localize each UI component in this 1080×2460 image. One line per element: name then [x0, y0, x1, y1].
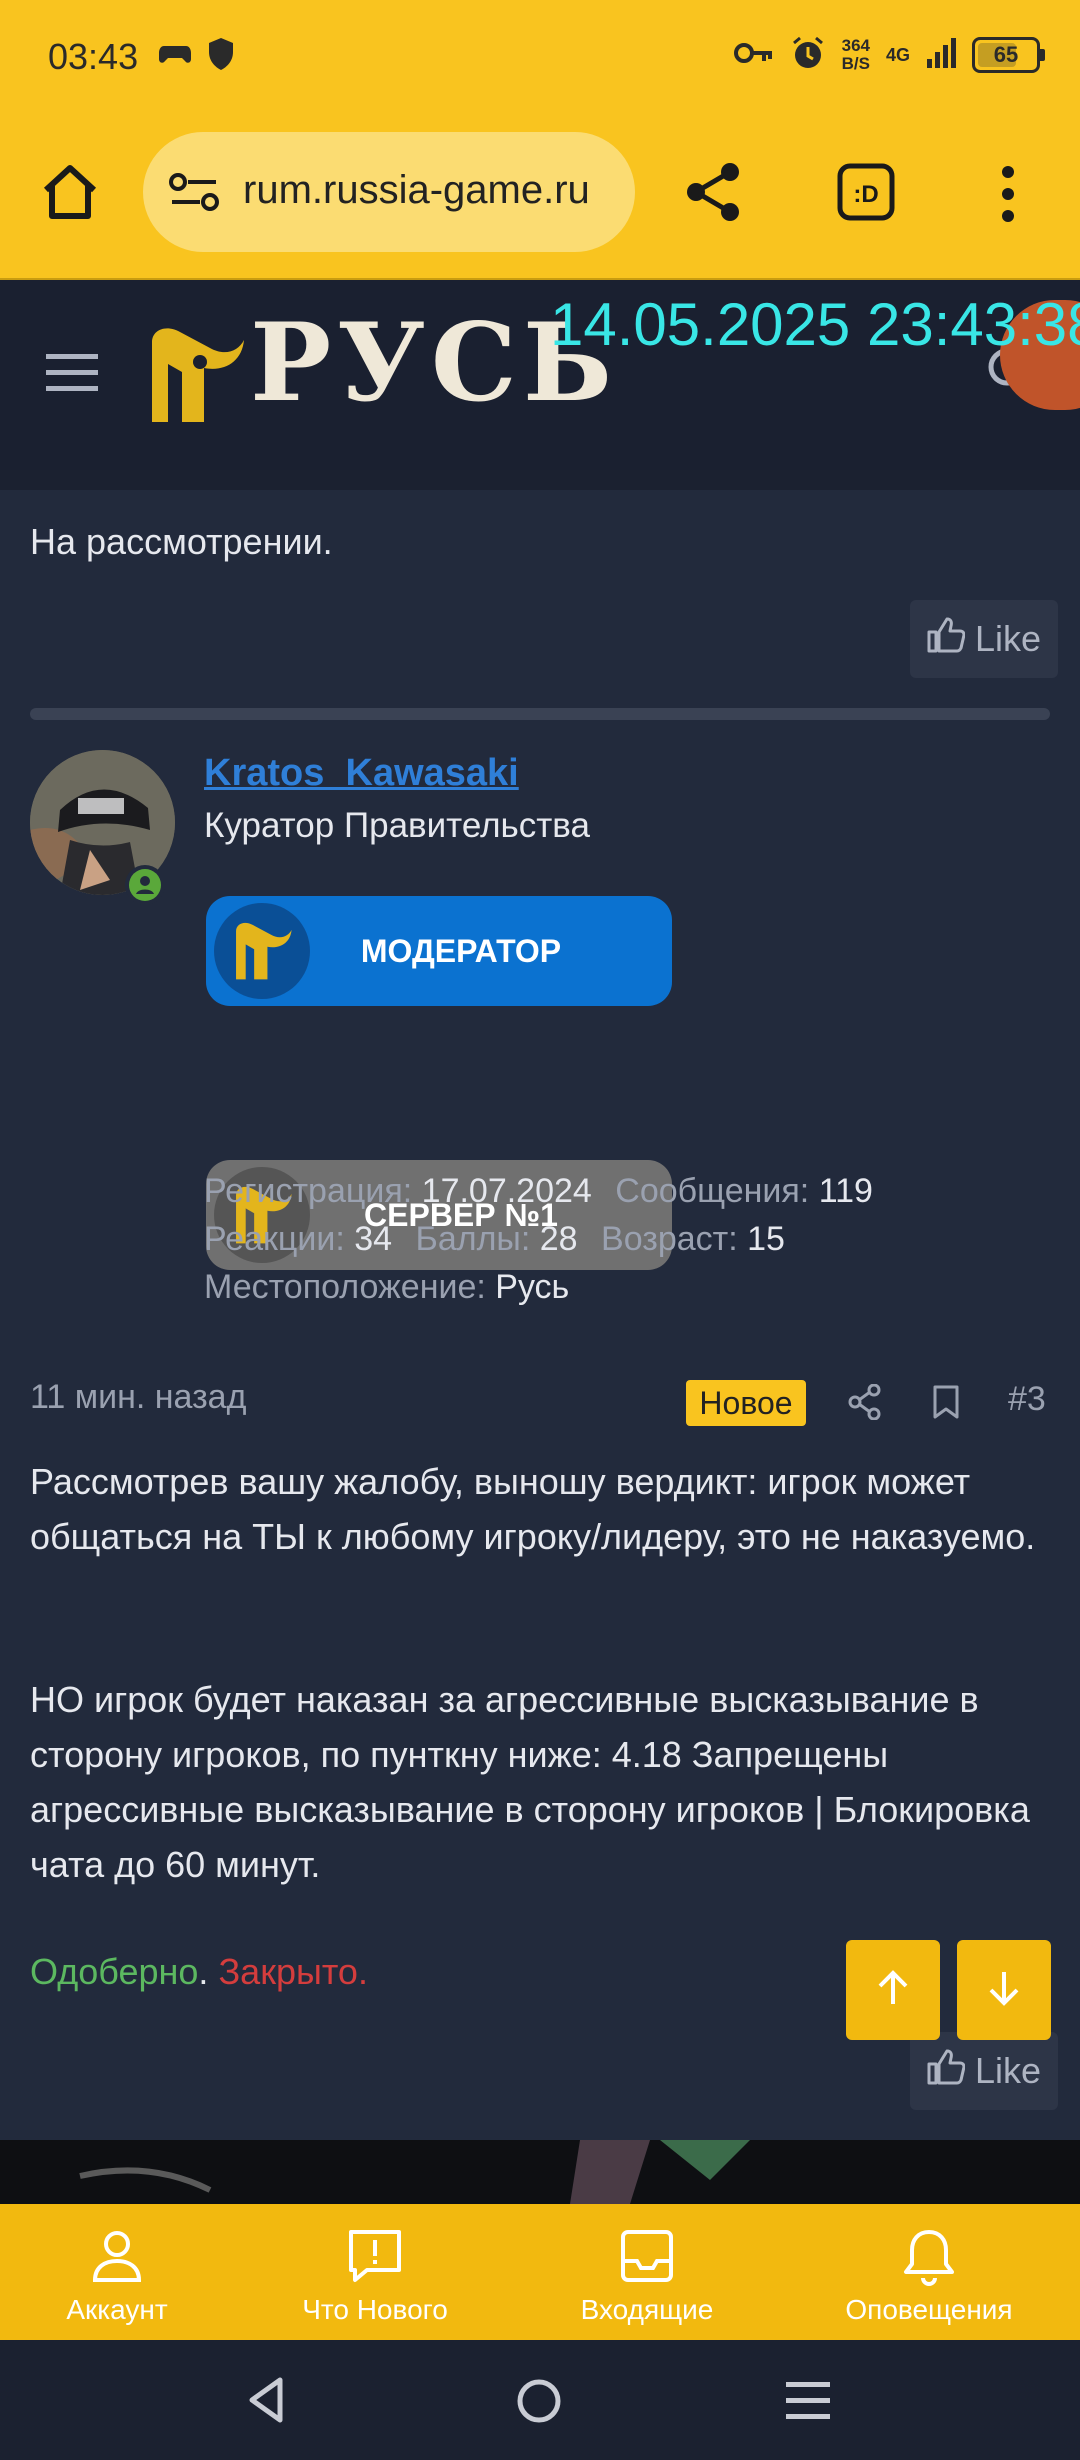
author-stats-row-3: Местоположение: Русь	[204, 1268, 583, 1307]
post-paragraph-1: Рассмотрев вашу жалобу, выношу вердикт: …	[30, 1461, 1036, 1557]
recent-apps-icon[interactable]	[786, 2380, 830, 2427]
thumbs-up-icon	[927, 2049, 966, 2094]
home-icon[interactable]	[38, 160, 102, 229]
like-label: Like	[974, 2050, 1042, 2091]
author-stats-row-2: Реакции: 34 Баллы: 28 Возраст: 15	[204, 1220, 799, 1259]
post-time[interactable]: 11 мин. назад	[30, 1378, 246, 1417]
home-circle-icon[interactable]	[516, 2378, 562, 2429]
tab-notifications-label: Оповещения	[845, 2294, 1013, 2325]
moderator-badge: МОДЕРАТОР	[206, 896, 672, 1006]
url-text[interactable]: rum.russia-game.ru	[243, 168, 623, 213]
post-divider	[30, 708, 1050, 720]
tab-inbox-label: Входящие	[580, 2294, 714, 2325]
reactions-value: 34	[354, 1220, 393, 1258]
location-label: Местоположение:	[204, 1268, 486, 1306]
net-speed-value: 364	[841, 36, 870, 55]
network-type: 4G	[885, 44, 910, 65]
messages-value: 119	[818, 1172, 873, 1210]
status-time: 03:43	[48, 36, 139, 77]
like-label: Like	[974, 618, 1042, 659]
new-badge: Новое	[686, 1380, 806, 1426]
tab-notifications[interactable]: Оповещения	[794, 2224, 1064, 2326]
author-title: Куратор Правительства	[204, 806, 590, 845]
author-username[interactable]: Kratos_Kawasaki	[204, 752, 519, 795]
scroll-up-button[interactable]	[846, 1940, 940, 2040]
tab-whats-new[interactable]: Что Нового	[240, 2224, 510, 2326]
tab-account[interactable]: Аккаунт	[0, 2224, 252, 2326]
net-speed: 364 B/S	[842, 37, 870, 73]
reactions-label: Реакции:	[204, 1220, 345, 1258]
logo-emblem-icon[interactable]	[142, 322, 248, 433]
bell-icon	[794, 2224, 1064, 2288]
inbox-icon	[512, 2224, 782, 2288]
post-status-line: Одоберно. Закрыто.	[30, 1944, 368, 1999]
points-label: Баллы:	[415, 1220, 531, 1258]
next-post-image-preview	[0, 2140, 1080, 2204]
registration-value: 17.07.2024	[421, 1172, 592, 1210]
status-closed: Закрыто.	[218, 1951, 368, 1992]
site-settings-icon[interactable]	[168, 170, 220, 219]
extension-icon[interactable]: :D	[836, 162, 896, 227]
registration-label: Регистрация:	[204, 1172, 413, 1210]
post-share-icon[interactable]	[848, 1383, 882, 1425]
game-controller-icon	[158, 40, 192, 75]
battery-icon: 65	[972, 37, 1045, 73]
shield-icon	[206, 36, 236, 77]
alarm-icon	[790, 35, 826, 76]
points-value: 28	[539, 1220, 578, 1258]
key-icon	[733, 38, 774, 73]
post-number[interactable]: #3	[1008, 1380, 1046, 1419]
bookmark-icon[interactable]	[932, 1384, 960, 1425]
arrow-up-icon	[875, 1968, 911, 2013]
prev-post-text: На рассмотрении.	[30, 521, 333, 562]
tab-inbox[interactable]: Входящие	[512, 2224, 782, 2326]
battery-level: 65	[993, 42, 1019, 67]
age-value: 15	[747, 1220, 785, 1258]
hamburger-menu-icon[interactable]	[46, 352, 98, 397]
messages-label: Сообщения:	[615, 1172, 810, 1210]
net-speed-unit: B/S	[841, 54, 870, 73]
status-separator: .	[198, 1951, 209, 1992]
like-button[interactable]: Like	[910, 600, 1058, 678]
tab-whats-new-label: Что Нового	[302, 2294, 448, 2325]
status-approved: Одоберно	[30, 1951, 199, 1992]
location-value: Русь	[495, 1268, 570, 1306]
previous-post-cutoff	[0, 470, 1080, 490]
share-icon[interactable]	[682, 160, 746, 229]
like-button[interactable]: Like	[910, 2032, 1058, 2110]
person-icon	[0, 2224, 252, 2288]
age-label: Возраст:	[601, 1220, 738, 1258]
signal-icon	[926, 37, 956, 74]
moderator-badge-label: МОДЕРАТОР	[360, 932, 562, 969]
status-right-group: 364 B/S 4G 65	[733, 30, 1045, 80]
tab-account-label: Аккаунт	[66, 2294, 168, 2325]
post-paragraph-2: НО игрок будет наказан за агрессивные вы…	[30, 1679, 1030, 1885]
thumbs-up-icon	[927, 617, 966, 662]
badge-emblem-icon	[214, 903, 310, 999]
alert-bubble-icon	[240, 2224, 510, 2288]
datetime-overlay: 14.05.2025 23:43:38	[550, 291, 1080, 358]
more-menu-icon[interactable]	[996, 164, 1020, 229]
svg-text::D: :D	[853, 181, 878, 208]
back-icon[interactable]	[246, 2376, 286, 2429]
arrow-down-icon	[986, 1968, 1022, 2013]
online-status-icon	[125, 865, 165, 905]
author-stats-row-1: Регистрация: 17.07.2024 Сообщения: 119	[204, 1172, 887, 1211]
scroll-down-button[interactable]	[957, 1940, 1051, 2040]
